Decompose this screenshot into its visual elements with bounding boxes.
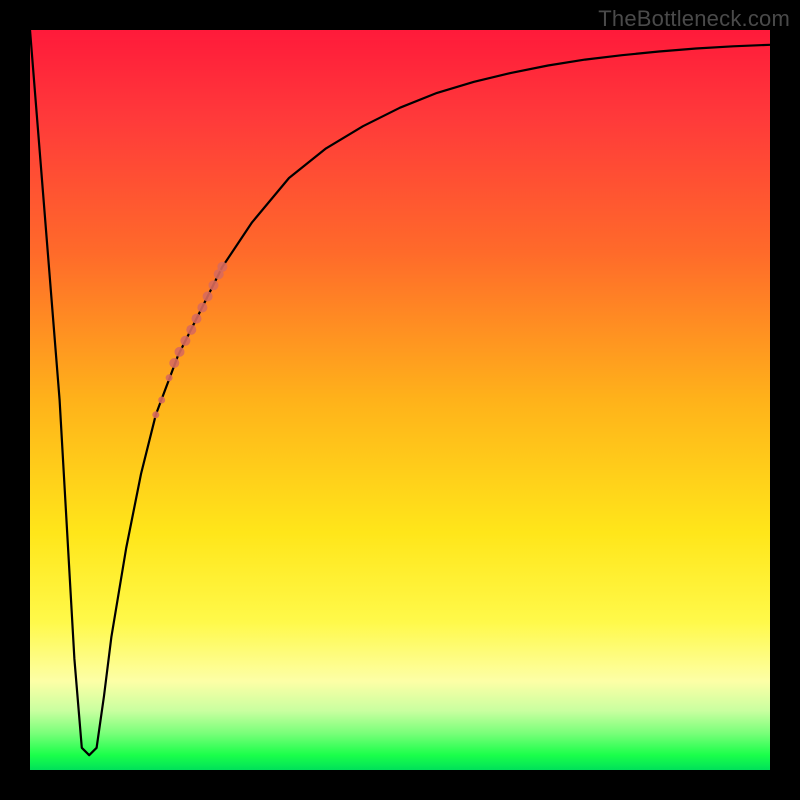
- highlight-point: [166, 374, 173, 381]
- highlight-point: [203, 291, 213, 301]
- highlight-point: [192, 314, 202, 324]
- highlight-point: [197, 303, 207, 313]
- highlight-point: [169, 358, 179, 368]
- chart-frame: TheBottleneck.com: [0, 0, 800, 800]
- bottleneck-curve: [30, 30, 770, 755]
- watermark-text: TheBottleneck.com: [598, 6, 790, 32]
- highlight-point: [217, 262, 227, 272]
- plot-area: [30, 30, 770, 770]
- highlight-point: [152, 411, 159, 418]
- highlight-point: [175, 347, 185, 357]
- highlight-point: [180, 336, 190, 346]
- highlight-point: [186, 325, 196, 335]
- highlight-point: [158, 397, 165, 404]
- chart-svg: [30, 30, 770, 770]
- highlight-point: [209, 280, 219, 290]
